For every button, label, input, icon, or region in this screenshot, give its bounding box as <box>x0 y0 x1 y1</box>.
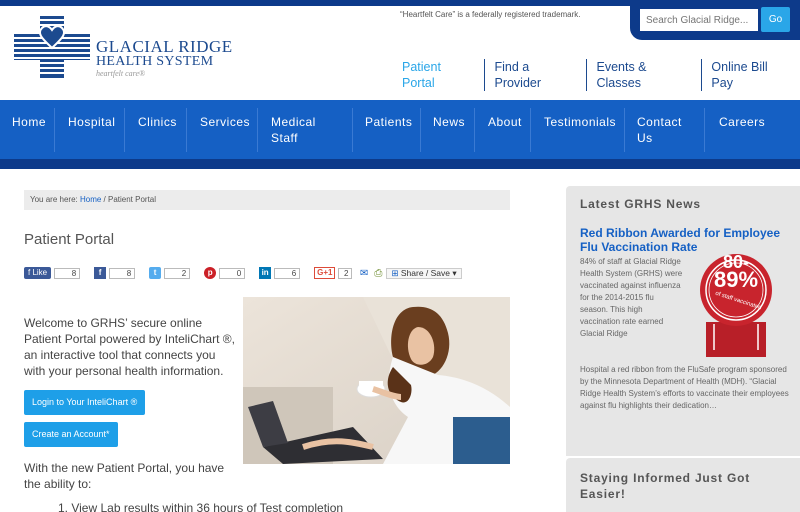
util-link-events-classes[interactable]: Events & Classes <box>586 59 701 91</box>
nav-home[interactable]: Home <box>12 114 46 130</box>
red-ribbon-badge: 80- 89% of staff vaccinated <box>686 252 786 357</box>
nav-divider <box>624 108 625 152</box>
twitter-count: 2 <box>164 267 191 279</box>
breadcrumb-prefix: You are here: <box>30 195 80 204</box>
nav-clinics[interactable]: Clinics <box>138 114 177 130</box>
facebook-icon: f <box>94 267 107 279</box>
facebook-share-widget[interactable]: f 8 <box>94 267 136 279</box>
plus-icon: ⊞ <box>391 268 401 278</box>
nav-hospital[interactable]: Hospital <box>68 114 115 130</box>
facebook-like-widget[interactable]: f Like 8 <box>24 267 81 279</box>
pinterest-icon: p <box>204 267 217 279</box>
google-plus-count: 2 <box>338 267 353 279</box>
search-go-button[interactable]: Go <box>761 7 790 32</box>
page-title: Patient Portal <box>24 231 115 248</box>
twitter-icon: t <box>149 267 162 279</box>
news-article-body-continued: Hospital a red ribbon from the FluSafe p… <box>580 365 789 410</box>
ribbon-percent: 89% <box>714 267 758 292</box>
brand-subtitle: HEALTH SYSTEM <box>96 54 214 69</box>
news-article-title[interactable]: Red Ribbon Awarded for Employee Flu Vacc… <box>580 226 795 254</box>
breadcrumb-home-link[interactable]: Home <box>80 195 101 204</box>
list-item: 1. View Lab results within 36 hours of T… <box>58 501 344 512</box>
login-intelichart-button[interactable]: Login to Your InteliChart ® <box>24 390 146 415</box>
nav-contact-label-2: Us <box>637 131 653 145</box>
breadcrumb: You are here: Home / Patient Portal <box>24 190 510 210</box>
pinterest-count: 0 <box>219 267 246 279</box>
trademark-notice: “Heartfelt Care” is a federally register… <box>400 10 581 19</box>
pinterest-widget[interactable]: p 0 <box>204 267 246 279</box>
sidebar-heading-2: Staying Informed Just Got Easier! <box>580 471 751 501</box>
brand-name: GLACIAL RIDGE <box>96 37 233 56</box>
util-link-patient-portal[interactable]: Patient Portal <box>396 59 484 91</box>
nav-divider <box>186 108 187 152</box>
brand-tagline: heartfelt care® <box>96 69 146 78</box>
facebook-like-button[interactable]: f Like <box>24 267 52 279</box>
nav-patients[interactable]: Patients <box>365 114 412 130</box>
intro-paragraph: Welcome to GRHS’ secure online Patient P… <box>24 316 235 378</box>
woman-with-laptop-photo <box>243 297 510 464</box>
breadcrumb-separator: / <box>101 195 108 204</box>
nav-news[interactable]: News <box>433 114 465 130</box>
nav-medical-staff[interactable]: Medical Staff <box>271 114 316 146</box>
nav-contact-label-1: Contact <box>637 115 682 129</box>
twitter-widget[interactable]: t 2 <box>149 267 191 279</box>
email-icon[interactable]: ✉ <box>360 268 368 279</box>
share-save-button[interactable]: ⊞ Share / Save ▾ <box>386 268 462 279</box>
nav-divider <box>257 108 258 152</box>
breadcrumb-current: Patient Portal <box>107 195 157 204</box>
nav-medical-label-2: Staff <box>271 131 298 145</box>
nav-testimonials[interactable]: Testimonials <box>544 114 616 130</box>
glacial-ridge-logo[interactable] <box>14 16 90 78</box>
nav-careers[interactable]: Careers <box>719 114 765 130</box>
nav-divider <box>54 108 55 152</box>
nav-divider <box>124 108 125 152</box>
facebook-like-label: Like <box>32 268 48 277</box>
nav-divider <box>420 108 421 152</box>
news-article-body: 84% of staff at Glacial Ridge Health Sys… <box>580 257 683 338</box>
share-save-label: Share / Save <box>400 268 451 278</box>
print-icon[interactable]: ⎙ <box>374 268 382 279</box>
nav-divider <box>474 108 475 152</box>
nav-divider <box>352 108 353 152</box>
utility-nav: Patient Portal Find a Provider Events & … <box>396 59 800 91</box>
nav-divider <box>530 108 531 152</box>
nav-bottom-strip <box>0 159 800 169</box>
google-plus-button[interactable]: G+1 <box>314 267 336 279</box>
linkedin-count: 6 <box>274 267 301 279</box>
nav-services[interactable]: Services <box>200 114 250 130</box>
facebook-like-count: 8 <box>54 267 81 279</box>
nav-about[interactable]: About <box>488 114 522 130</box>
util-link-find-provider[interactable]: Find a Provider <box>484 59 586 91</box>
search-input[interactable] <box>640 9 758 31</box>
portal-abilities-intro: With the new Patient Portal, you have th… <box>24 461 225 491</box>
nav-contact-us[interactable]: Contact Us <box>637 114 682 146</box>
create-account-button[interactable]: Create an Account* <box>24 422 118 447</box>
linkedin-widget[interactable]: in 6 <box>259 267 301 279</box>
social-share-bar: f Like 8 f 8 t 2 p 0 in 6 G+1 2 <box>24 266 366 280</box>
util-link-online-bill-pay[interactable]: Online Bill Pay <box>701 59 800 91</box>
main-navigation: Home Hospital Clinics Services Medical S… <box>0 100 800 159</box>
share-tools: ✉ ⎙ ⊞ Share / Save ▾ <box>360 268 462 279</box>
google-plus-widget[interactable]: G+1 2 <box>314 267 353 279</box>
facebook-share-count: 8 <box>109 267 136 279</box>
nav-medical-label-1: Medical <box>271 115 316 129</box>
linkedin-icon: in <box>259 267 272 279</box>
sidebar-heading: Latest GRHS News <box>580 197 701 211</box>
nav-divider <box>704 108 705 152</box>
chevron-down-icon: ▾ <box>452 268 457 278</box>
